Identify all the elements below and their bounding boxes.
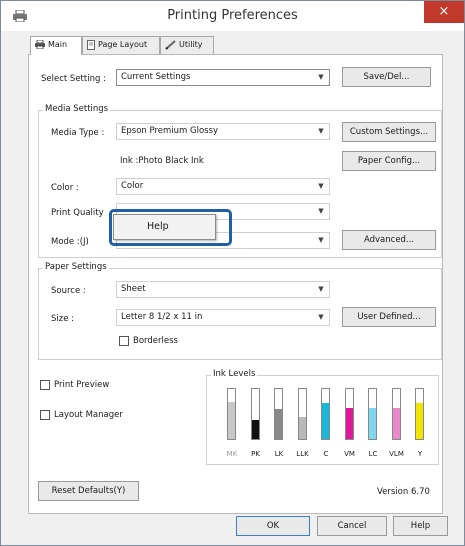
chevron-down-icon: ▼ [318, 182, 324, 190]
reset-defaults-button[interactable]: Reset Defaults(Y) [38, 481, 139, 501]
media-type-dropdown[interactable]: Epson Premium Glossy ▼ [116, 123, 330, 140]
ink-fill-lc [369, 408, 376, 439]
borderless-label: Borderless [133, 336, 178, 346]
ink-bar-c [321, 388, 330, 440]
advanced-button[interactable]: Advanced... [342, 230, 436, 250]
media-type-label: Media Type : [51, 128, 105, 138]
size-dropdown[interactable]: Letter 8 1/2 x 11 in ▼ [116, 309, 330, 326]
pencil-icon [165, 39, 176, 50]
tab-utility[interactable]: Utility [160, 36, 214, 54]
printer-icon [35, 40, 45, 49]
ink-label-lc: LC [368, 450, 378, 458]
ink-bar-pk [250, 388, 260, 440]
source-label: Source : [51, 286, 86, 296]
version-text: Version 6.70 [377, 487, 430, 497]
print-preview-label: Print Preview [54, 380, 110, 390]
print-preview-checkbox[interactable] [40, 380, 50, 390]
chevron-down-icon: ▼ [318, 73, 324, 81]
ink-label-llk: LLK [296, 450, 309, 458]
ink-bar-vm [344, 388, 354, 440]
save-del-button[interactable]: Save/Del... [342, 67, 431, 87]
ink-levels-title: Ink Levels [211, 369, 258, 379]
ink-bar-y [415, 388, 424, 440]
ink-bar-llk [297, 388, 307, 440]
ink-fill-vlm [392, 408, 400, 439]
select-setting-label: Select Setting : [41, 74, 106, 84]
size-value: Letter 8 1/2 x 11 in [121, 312, 203, 322]
chevron-down-icon: ▼ [318, 127, 324, 135]
mode-label: Mode :(J) [51, 237, 89, 247]
ink-label-pk: PK [251, 450, 260, 458]
chevron-down-icon: ▼ [318, 236, 324, 244]
paper-settings-title: Paper Settings [43, 262, 109, 272]
ink-label-vm: VM [344, 450, 355, 458]
ink-label-lk: LK [274, 450, 284, 458]
color-dropdown[interactable]: Color ▼ [116, 178, 330, 195]
ink-bar-mk [227, 388, 236, 440]
ink-type-text: Ink :Photo Black Ink [120, 156, 204, 166]
ink-fill-llk [298, 416, 306, 439]
page-icon [87, 39, 95, 50]
select-setting-dropdown[interactable]: Current Settings ▼ [116, 69, 330, 86]
ink-fill-mk [228, 401, 235, 439]
size-label: Size : [51, 314, 75, 324]
ink-label-vlm: VLM [389, 450, 404, 458]
custom-settings-button[interactable]: Custom Settings... [342, 122, 436, 142]
help-button[interactable]: Help [393, 516, 448, 536]
ink-bar-lc [368, 388, 377, 440]
layout-manager-checkbox[interactable] [40, 410, 50, 420]
context-menu-help-item[interactable]: Help [147, 221, 169, 232]
tab-page-layout[interactable]: Page Layout [82, 36, 160, 54]
ink-fill-pk [251, 420, 259, 439]
color-label: Color : [51, 183, 79, 193]
print-quality-label: Print Quality [51, 208, 104, 218]
ink-fill-c [322, 403, 329, 439]
ink-label-mk: MK [226, 450, 238, 458]
user-defined-button[interactable]: User Defined... [342, 307, 436, 327]
color-value: Color [121, 181, 144, 191]
ink-fill-vm [345, 408, 353, 439]
ok-button[interactable]: OK [236, 516, 310, 536]
tab-page-layout-label: Page Layout [98, 40, 148, 49]
ink-fill-lk [275, 409, 282, 439]
cancel-button[interactable]: Cancel [317, 516, 387, 536]
context-menu: Help [113, 214, 216, 240]
media-settings-title: Media Settings [43, 104, 111, 114]
ink-bar-vlm [391, 388, 401, 440]
title-bar: Printing Preferences × [1, 1, 464, 31]
source-value: Sheet [121, 284, 146, 294]
ink-bar-lk [274, 388, 283, 440]
window-title: Printing Preferences [167, 8, 298, 23]
ink-label-c: C [323, 450, 329, 458]
layout-manager-label: Layout Manager [54, 410, 123, 420]
printing-preferences-window: Printing Preferences × Main Page Layout … [0, 0, 465, 546]
source-dropdown[interactable]: Sheet ▼ [116, 281, 330, 298]
tab-main-label: Main [48, 40, 68, 49]
paper-config-button[interactable]: Paper Config... [342, 151, 436, 171]
ink-fill-y [416, 403, 423, 439]
ink-label-y: Y [417, 450, 423, 458]
select-setting-value: Current Settings [121, 72, 191, 82]
media-type-value: Epson Premium Glossy [121, 126, 219, 136]
chevron-down-icon: ▼ [318, 313, 324, 321]
tab-utility-label: Utility [179, 40, 203, 49]
tab-main[interactable]: Main [30, 36, 82, 55]
close-button[interactable]: × [424, 1, 464, 23]
borderless-checkbox[interactable] [119, 336, 129, 346]
chevron-down-icon: ▼ [318, 285, 324, 293]
chevron-down-icon: ▼ [318, 207, 324, 215]
